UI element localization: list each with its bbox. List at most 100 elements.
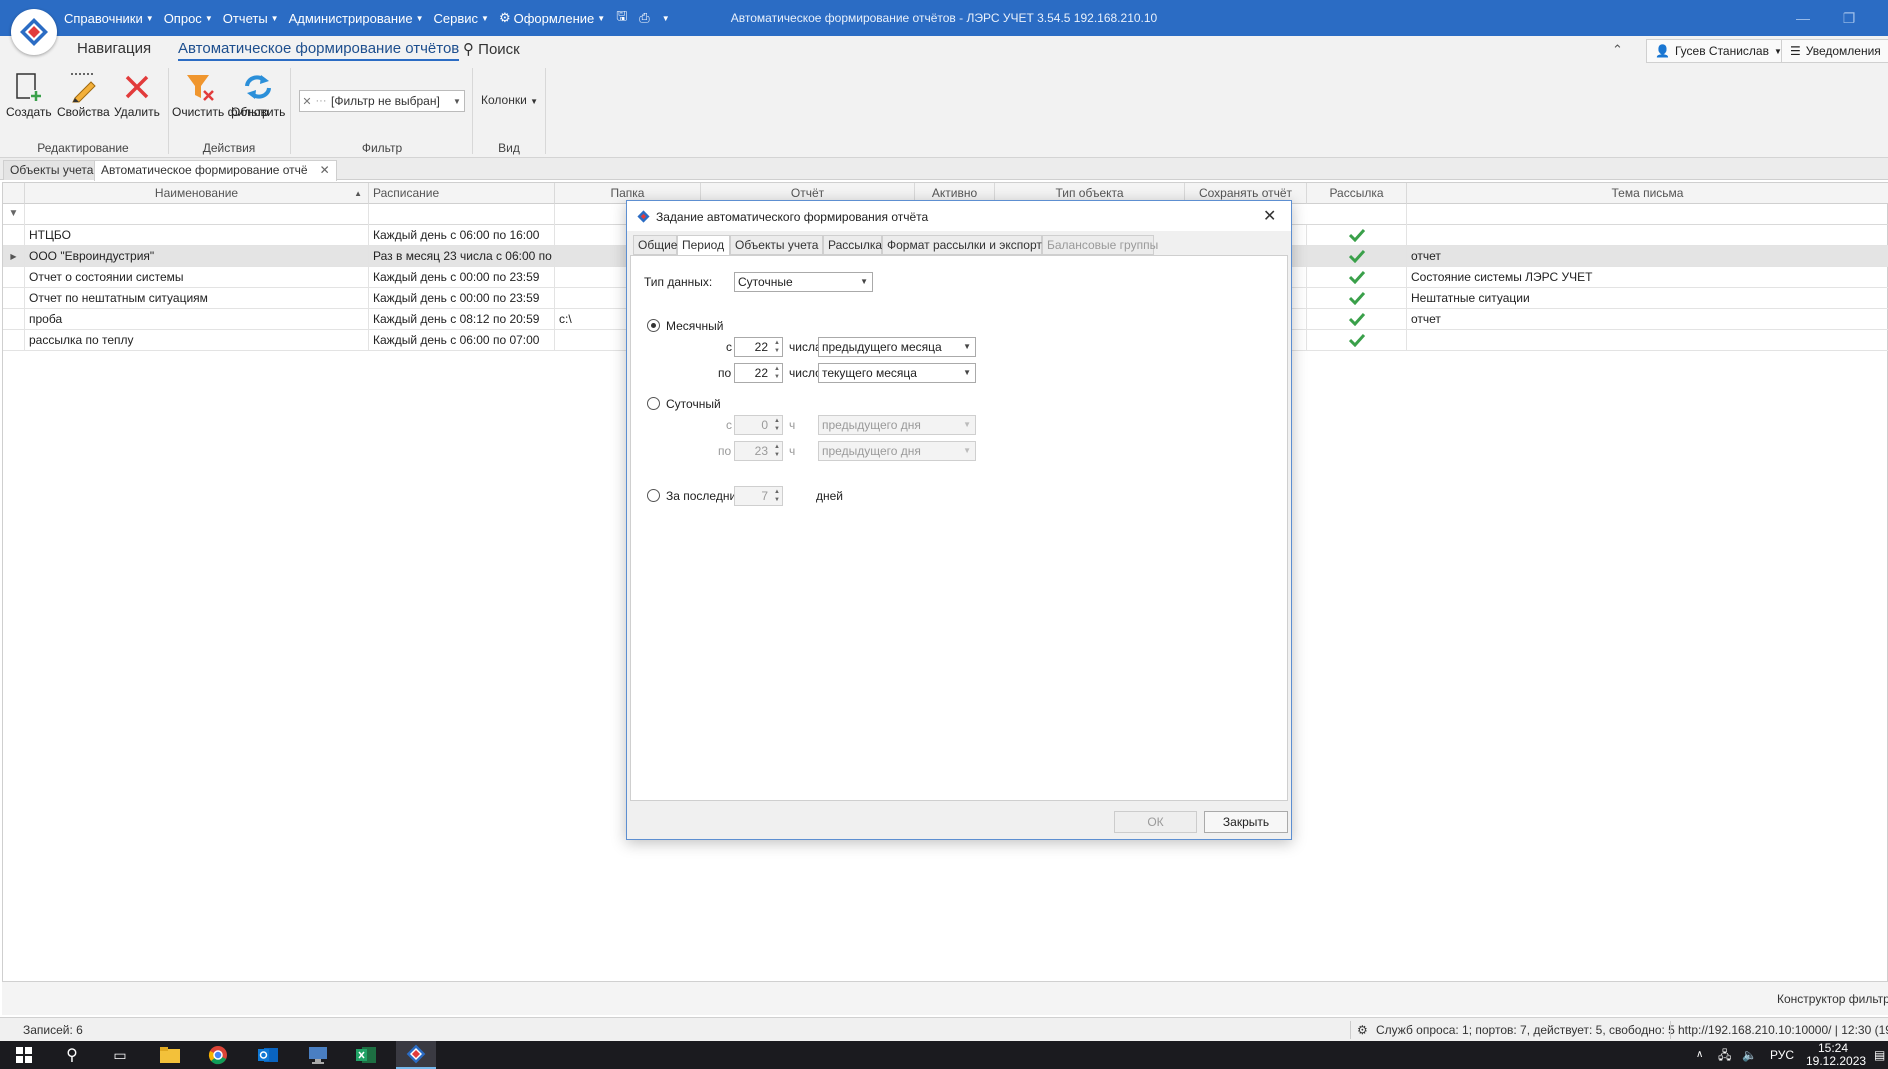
close-tab-icon[interactable]: ✕ — [320, 163, 330, 177]
cell-mailing — [1307, 267, 1407, 288]
menu-service[interactable]: Сервис ▼ — [428, 11, 493, 26]
group-separator — [168, 68, 169, 154]
save-icon[interactable]: 🖫 — [610, 7, 633, 29]
spin-arrows-icon[interactable]: ▲ ▼ — [774, 365, 780, 381]
filter-cell[interactable] — [25, 204, 369, 225]
task-view-icon[interactable]: ▭ — [100, 1041, 140, 1069]
input-language[interactable]: РУС — [1770, 1041, 1794, 1069]
menu-administration[interactable]: Администрирование ▼ — [284, 11, 429, 26]
row-indicator — [3, 267, 25, 288]
column-header-mailing[interactable]: Рассылка — [1307, 183, 1407, 204]
menu-appearance[interactable]: ⚙ Оформление ▼ — [494, 10, 610, 26]
daily-to-unit: ч — [789, 444, 796, 458]
properties-button[interactable]: Свойства — [57, 68, 110, 119]
cell-mailing — [1307, 225, 1407, 246]
tab-objects[interactable]: Объекты учета — [730, 235, 823, 255]
outlook-icon[interactable] — [248, 1041, 288, 1069]
row-indicator — [3, 225, 25, 246]
checkmark-icon — [1349, 312, 1365, 326]
appearance-icon: ⚙ — [498, 10, 511, 25]
delete-button[interactable]: Удалить — [114, 68, 160, 119]
last-days-label[interactable]: За последние — [666, 489, 743, 503]
last-days-radio[interactable] — [647, 489, 660, 502]
monthly-from-day-stepper[interactable]: 22 ▲ ▼ — [734, 337, 783, 357]
data-type-select[interactable]: Суточные ▼ — [734, 272, 873, 292]
tab-general[interactable]: Общие — [633, 235, 677, 255]
chevron-down-icon[interactable]: ▼ — [450, 97, 464, 106]
monthly-radio[interactable] — [647, 319, 660, 332]
column-header-schedule[interactable]: Расписание — [369, 183, 555, 204]
cell-schedule: Раз в месяц 23 числа с 06:00 по 0... — [369, 246, 555, 267]
network-icon[interactable]: 🖧 — [1718, 1041, 1731, 1069]
chrome-icon[interactable] — [198, 1041, 238, 1069]
status-separator — [1350, 1021, 1351, 1039]
maximize-icon[interactable]: ❐ — [1826, 0, 1872, 36]
quick-access-dropdown-icon[interactable]: ▼ — [656, 14, 676, 23]
column-header-name[interactable]: Наименование ▲ — [25, 183, 369, 204]
row-indicator — [3, 309, 25, 330]
close-icon[interactable]: ✕ — [1263, 206, 1276, 226]
user-button[interactable]: 👤 Гусев Станислав ▼ — [1646, 39, 1791, 63]
clear-icon[interactable]: ✕ — [300, 95, 314, 108]
refresh-button[interactable]: Обновить — [231, 68, 285, 119]
app-logo-icon — [637, 210, 650, 223]
monthly-from-month-select[interactable]: предыдущего месяца ▼ — [818, 337, 976, 357]
cell-name: ООО "Евроиндустрия" — [25, 246, 369, 267]
file-explorer-icon[interactable] — [150, 1041, 190, 1069]
clear-filter-button[interactable]: Очистить фильтр — [172, 68, 269, 119]
collapse-ribbon-icon[interactable]: ⌃ — [1612, 42, 1623, 58]
lers-app-icon[interactable] — [396, 1041, 436, 1069]
cell-name: рассылка по теплу — [25, 330, 369, 351]
volume-icon[interactable]: 🔈 — [1742, 1041, 1757, 1069]
app-logo[interactable] — [11, 9, 57, 55]
monthly-label[interactable]: Месячный — [666, 319, 724, 333]
cell-schedule: Каждый день с 06:00 по 07:00 — [369, 330, 555, 351]
filter-constructor-link[interactable]: Конструктор фильтра — [1777, 992, 1888, 1006]
notifications-button[interactable]: ☰ Уведомления — [1781, 39, 1888, 63]
cell-mailing — [1307, 309, 1407, 330]
filter-cell[interactable] — [369, 204, 555, 225]
tab-navigation[interactable]: Навигация — [77, 40, 151, 57]
tab-mailing[interactable]: Рассылка — [823, 235, 882, 255]
chevron-down-icon: ▼ — [963, 420, 971, 429]
clock[interactable]: 15:24 19.12.2023 — [1806, 1041, 1866, 1069]
excel-icon[interactable] — [346, 1041, 386, 1069]
monthly-to-prefix: по — [718, 366, 732, 380]
filter-icon[interactable]: ▼ — [3, 204, 25, 225]
group-separator — [290, 68, 291, 154]
search-icon[interactable]: ⚲ — [52, 1041, 92, 1069]
more-icon[interactable]: ··· — [314, 95, 328, 107]
group-label-edit: Редактирование — [37, 141, 129, 155]
print-icon[interactable]: ⎙ — [633, 10, 655, 26]
tab-format[interactable]: Формат рассылки и экспорта — [882, 235, 1048, 255]
filter-select[interactable]: ✕ ··· [Фильтр не выбран] ▼ — [299, 90, 465, 112]
tray-chevron-icon[interactable]: ∧ — [1696, 1041, 1703, 1069]
column-header-subject[interactable]: Тема письма — [1407, 183, 1888, 204]
doc-tab-objects[interactable]: Объекты учета — [3, 160, 101, 180]
monthly-to-month-select[interactable]: текущего месяца ▼ — [818, 363, 976, 383]
tab-period[interactable]: Период — [677, 235, 730, 256]
ok-button[interactable]: ОК — [1114, 811, 1197, 833]
close-button[interactable]: Закрыть — [1204, 811, 1288, 833]
menu-poll[interactable]: Опрос ▼ — [159, 11, 218, 26]
minimize-icon[interactable]: — — [1780, 0, 1826, 36]
chevron-down-icon: ▼ — [963, 446, 971, 455]
doc-tab-auto-reports[interactable]: Автоматическое формирование отчё ✕ — [94, 160, 337, 181]
filter-cell[interactable] — [1307, 204, 1407, 225]
tab-search[interactable]: ⚲ Поиск — [463, 40, 520, 58]
remote-desktop-icon[interactable] — [298, 1041, 338, 1069]
windows-start-icon[interactable] — [4, 1041, 44, 1069]
pencil-icon — [57, 68, 109, 106]
spin-arrows-icon[interactable]: ▲ ▼ — [774, 339, 780, 355]
daily-label[interactable]: Суточный — [666, 397, 721, 411]
row-indicator — [3, 330, 25, 351]
monthly-to-day-stepper[interactable]: 22 ▲ ▼ — [734, 363, 783, 383]
columns-dropdown[interactable]: Колонки ▼ — [481, 93, 538, 107]
menu-reports[interactable]: Отчеты ▼ — [218, 11, 284, 26]
create-button[interactable]: Создать — [6, 68, 52, 119]
menu-directories[interactable]: Справочники ▼ — [59, 11, 159, 26]
service-icon: ⚙ — [1357, 1023, 1368, 1037]
notification-center-icon[interactable]: ▤ — [1874, 1041, 1885, 1069]
daily-radio[interactable] — [647, 397, 660, 410]
tab-auto-reports[interactable]: Автоматическое формирование отчётов — [178, 40, 460, 61]
